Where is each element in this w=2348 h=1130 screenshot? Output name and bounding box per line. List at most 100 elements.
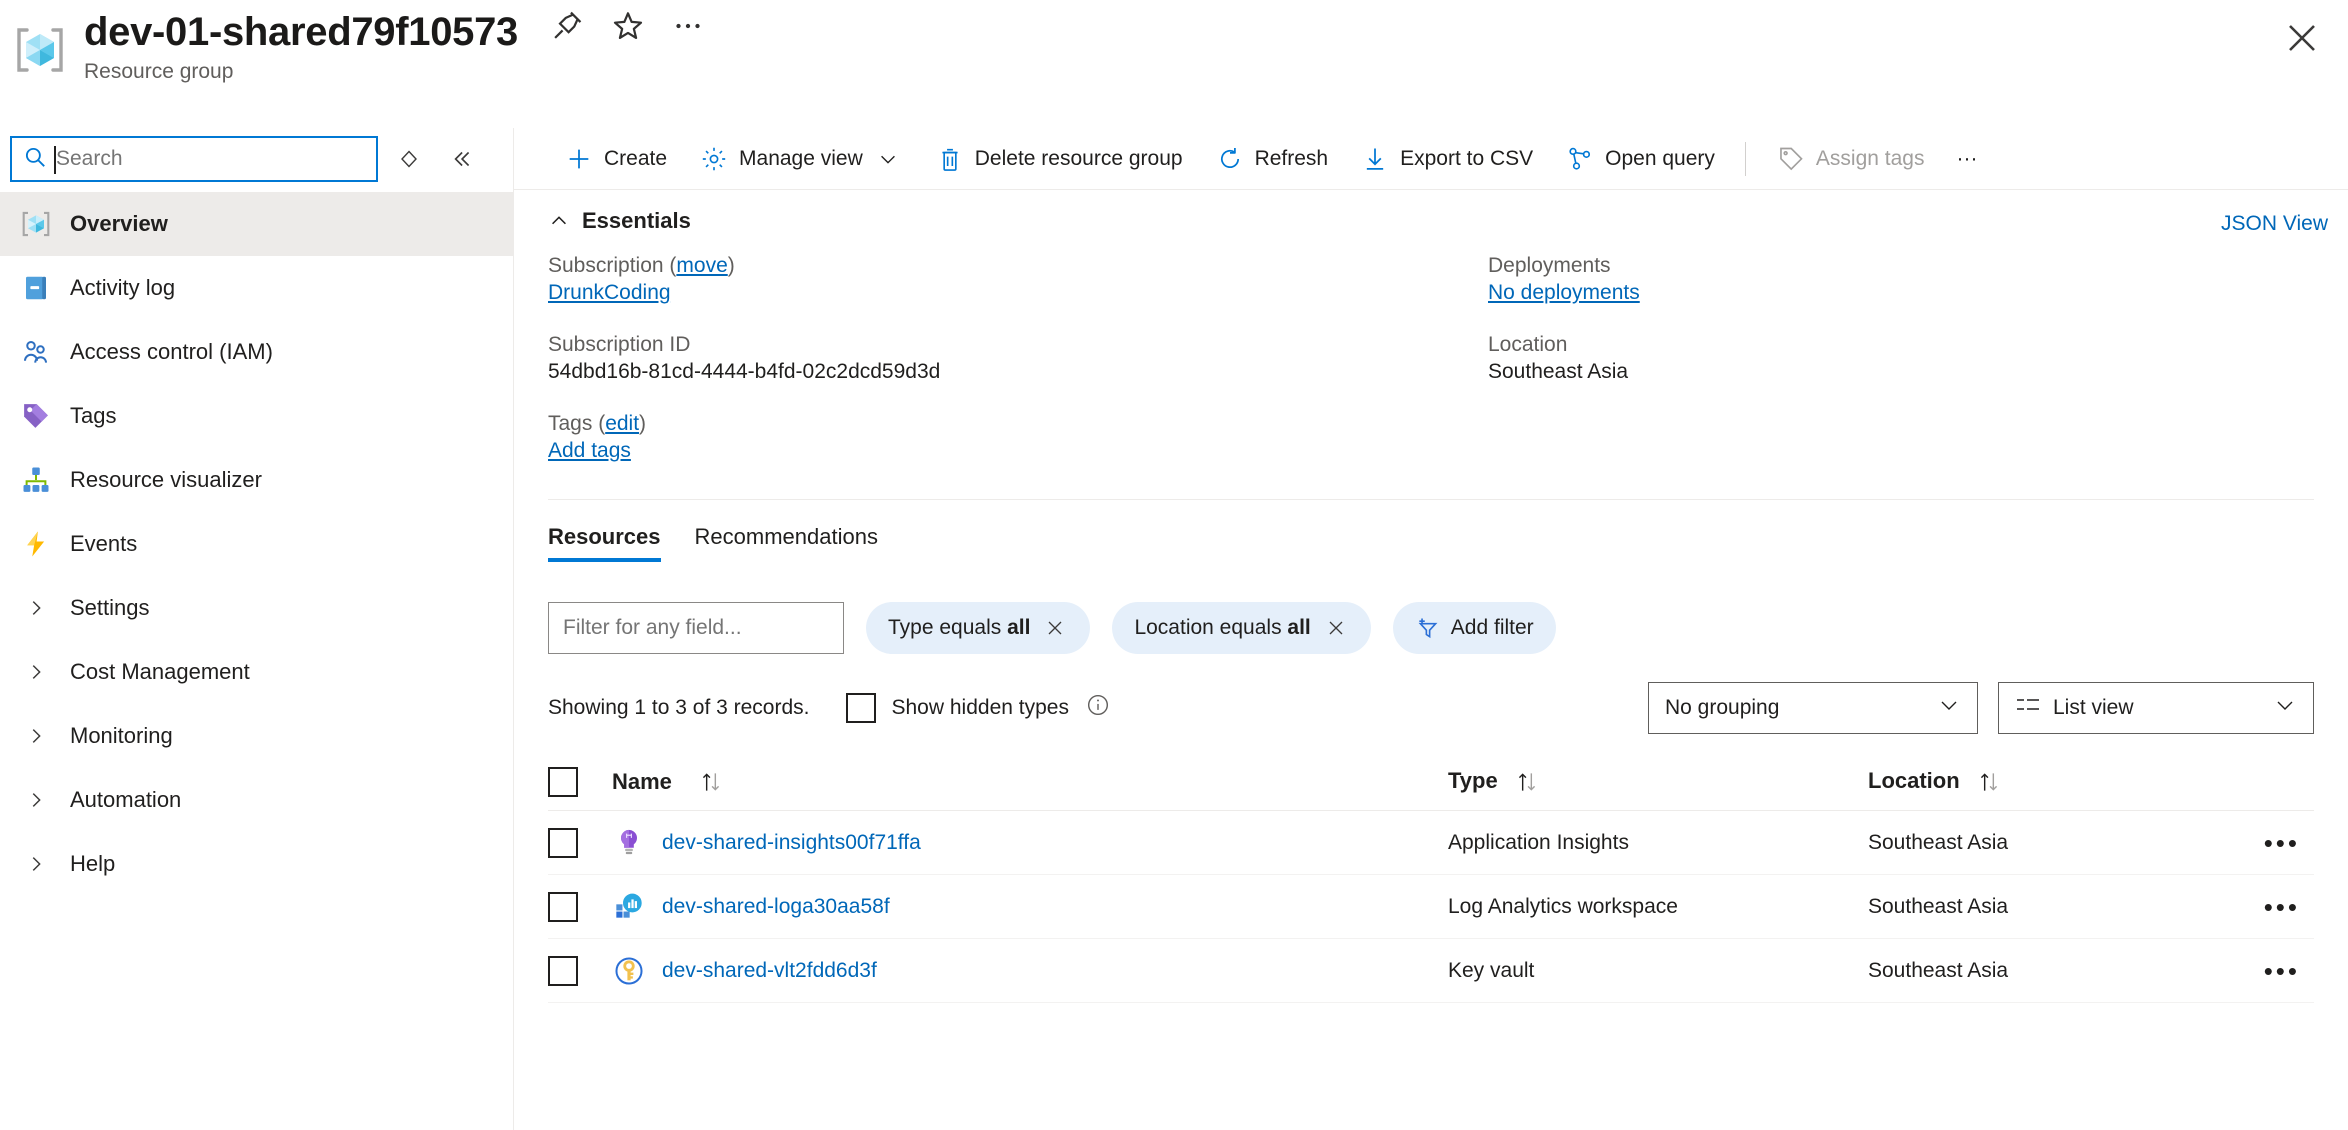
filter-chip-location[interactable]: Location equals all: [1112, 602, 1371, 654]
tab-resources[interactable]: Resources: [548, 524, 661, 562]
row-select-cell: [548, 891, 612, 922]
filter-chip-location-value: all: [1287, 616, 1311, 639]
deployments-value-link[interactable]: No deployments: [1488, 281, 2348, 305]
filter-chip-type-prefix: Type equals: [888, 616, 1002, 639]
close-icon[interactable]: [2278, 14, 2326, 62]
table-row[interactable]: dev-shared-insights00f71ffa Application …: [548, 811, 2314, 875]
header-more-icon[interactable]: [669, 7, 711, 49]
chevron-right-icon: [18, 597, 54, 619]
deployments-label: Deployments: [1488, 254, 1611, 277]
subscription-label-text: Subscription: [548, 254, 664, 277]
row-name-cell: dev-shared-insights00f71ffa: [612, 826, 1448, 860]
create-button[interactable]: Create: [548, 135, 683, 183]
tab-recommendations[interactable]: Recommendations: [695, 524, 878, 562]
row-checkbox[interactable]: [548, 827, 578, 858]
view-mode-select[interactable]: List view: [1998, 681, 2314, 734]
sidebar-item-activity-log[interactable]: Activity log: [0, 256, 513, 320]
sidebar-nav: Overview Activity log Access control (IA…: [0, 192, 513, 896]
collapse-sidebar-icon[interactable]: [440, 138, 482, 180]
manage-view-button[interactable]: Manage view: [683, 135, 919, 183]
remove-filter-icon[interactable]: [1042, 615, 1068, 641]
sidebar-item-help[interactable]: Help: [0, 832, 513, 896]
assign-tags-label: Assign tags: [1815, 146, 1925, 170]
open-query-label: Open query: [1605, 146, 1715, 170]
sidebar-item-label: Automation: [70, 787, 182, 812]
add-tags-link[interactable]: Add tags: [548, 439, 1488, 463]
manage-view-label: Manage view: [739, 146, 863, 170]
toolbar-more-button[interactable]: ···: [1940, 135, 1993, 183]
sidebar-item-overview[interactable]: Overview: [0, 192, 513, 256]
star-icon[interactable]: [609, 7, 651, 49]
page-subtitle: Resource group: [84, 60, 234, 83]
column-header-type-label: Type: [1448, 767, 1498, 793]
location-value: Southeast Asia: [1488, 360, 1629, 383]
refresh-button[interactable]: Refresh: [1199, 135, 1345, 183]
export-to-csv-button[interactable]: Export to CSV: [1344, 135, 1549, 183]
tags-edit-link[interactable]: edit: [605, 412, 639, 435]
location-label: Location: [1488, 333, 1568, 356]
sidebar-item-events[interactable]: Events: [0, 512, 513, 576]
plus-icon: [564, 144, 594, 174]
chevron-right-icon: [18, 853, 54, 875]
row-location-cell: Southeast Asia: [1868, 830, 2009, 854]
log-analytics-icon: [612, 890, 646, 924]
resource-link[interactable]: dev-shared-loga30aa58f: [662, 895, 890, 919]
view-controls: No grouping List view: [1648, 681, 2314, 734]
chevron-right-icon: [18, 789, 54, 811]
chevron-right-icon: [18, 661, 54, 683]
activity-log-icon: [18, 270, 54, 306]
open-query-button[interactable]: Open query: [1549, 135, 1731, 183]
row-more-icon[interactable]: •••: [2264, 894, 2300, 920]
resource-link[interactable]: dev-shared-insights00f71ffa: [662, 831, 921, 855]
subscription-value-link[interactable]: DrunkCoding: [548, 281, 1488, 305]
search-caret: [54, 146, 56, 174]
column-header-location[interactable]: Location: [1868, 768, 2248, 795]
search-input[interactable]: [56, 147, 356, 171]
row-type-cell: Application Insights: [1448, 830, 1629, 854]
sidebar-item-cost-management[interactable]: Cost Management: [0, 640, 513, 704]
info-icon[interactable]: [1085, 692, 1111, 723]
essentials-toggle[interactable]: Essentials: [514, 190, 691, 234]
sidebar-item-access-control[interactable]: Access control (IAM): [0, 320, 513, 384]
show-hidden-types-checkbox[interactable]: [845, 692, 876, 723]
events-icon: [18, 526, 54, 562]
json-view-link[interactable]: JSON View: [2221, 212, 2328, 236]
column-header-type[interactable]: Type: [1448, 768, 1868, 795]
filter-chip-location-prefix: Location equals: [1134, 616, 1282, 639]
essentials-grid: Subscription (move) DrunkCoding Subscrip…: [514, 234, 2348, 491]
sidebar-item-automation[interactable]: Automation: [0, 768, 513, 832]
column-header-name[interactable]: Name: [612, 769, 1448, 795]
delete-resource-group-button[interactable]: Delete resource group: [919, 135, 1199, 183]
sidebar-item-tags[interactable]: Tags: [0, 384, 513, 448]
select-all-cell: [548, 766, 612, 797]
sidebar-item-monitoring[interactable]: Monitoring: [0, 704, 513, 768]
pin-icon[interactable]: [548, 7, 590, 49]
sort-diamond-icon[interactable]: [388, 138, 430, 180]
row-more-icon[interactable]: •••: [2264, 958, 2300, 984]
key-vault-icon: [612, 954, 646, 988]
select-all-checkbox[interactable]: [548, 766, 578, 797]
list-view-icon: [2015, 694, 2041, 722]
row-checkbox[interactable]: [548, 955, 578, 986]
subscription-label: Subscription (move): [548, 254, 735, 277]
grouping-select[interactable]: No grouping: [1648, 681, 1978, 734]
remove-filter-icon[interactable]: [1323, 615, 1349, 641]
delete-resource-group-label: Delete resource group: [974, 146, 1183, 170]
search-box[interactable]: [10, 136, 378, 182]
subscription-move-link[interactable]: move: [676, 254, 727, 277]
table-row[interactable]: dev-shared-loga30aa58f Log Analytics wor…: [548, 875, 2314, 939]
resource-link[interactable]: dev-shared-vlt2fdd6d3f: [662, 959, 877, 983]
row-select-cell: [548, 955, 612, 986]
sidebar-item-label: Help: [70, 851, 116, 876]
row-checkbox[interactable]: [548, 891, 578, 922]
gear-icon: [699, 144, 729, 174]
filter-chip-type[interactable]: Type equals all: [866, 602, 1091, 654]
table-row[interactable]: dev-shared-vlt2fdd6d3f Key vault Southea…: [548, 939, 2314, 1003]
sidebar-item-settings[interactable]: Settings: [0, 576, 513, 640]
row-actions-cell: •••: [2248, 894, 2314, 920]
add-filter-button[interactable]: Add filter: [1392, 602, 1556, 654]
row-more-icon[interactable]: •••: [2264, 830, 2300, 856]
sidebar-item-resource-visualizer[interactable]: Resource visualizer: [0, 448, 513, 512]
filter-field-input[interactable]: [548, 602, 844, 654]
chevron-up-icon: [548, 210, 570, 232]
